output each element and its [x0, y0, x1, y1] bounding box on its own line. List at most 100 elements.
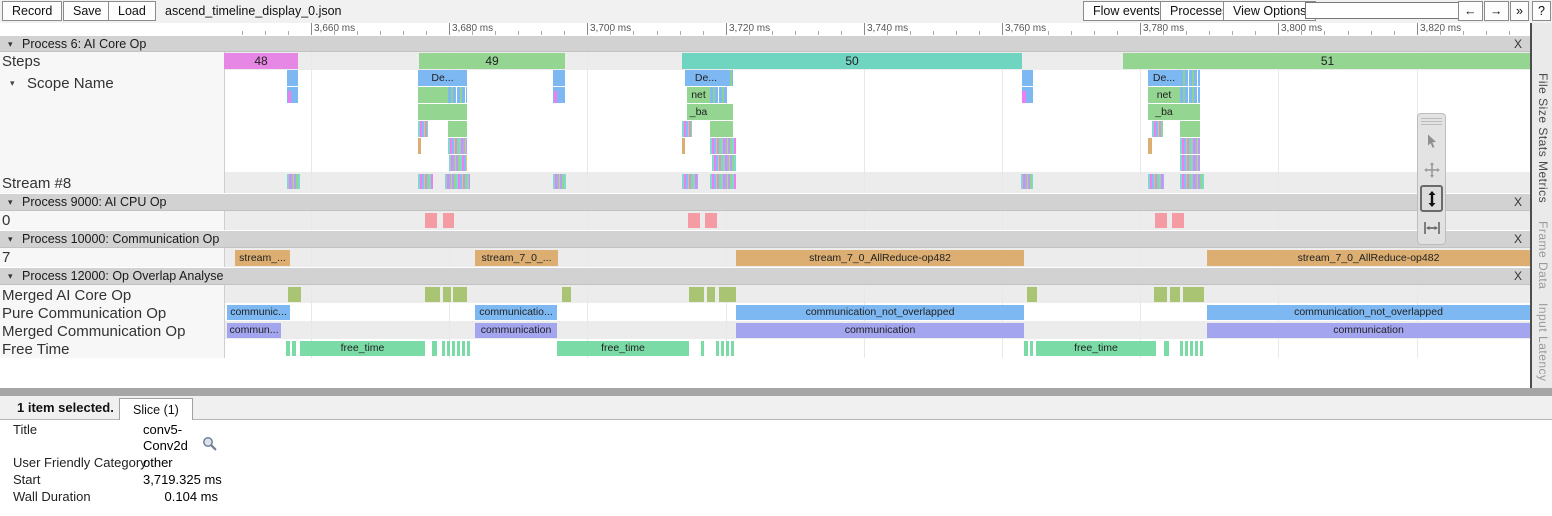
trace-block[interactable]: net	[1148, 87, 1180, 103]
trace-block[interactable]	[418, 104, 467, 120]
process-header-process-12000[interactable]: ▾Process 12000: Op Overlap AnalyseX	[0, 267, 1530, 285]
trace-block[interactable]: De...	[1148, 70, 1180, 86]
trace-block[interactable]	[287, 70, 298, 86]
trace-block[interactable]: 48	[224, 53, 298, 69]
trace-block[interactable]: _ba	[1148, 104, 1180, 120]
trace-block[interactable]: 51	[1123, 53, 1532, 69]
trace-block[interactable]	[448, 87, 467, 103]
trace-block[interactable]	[1180, 121, 1200, 137]
timing-tool-button[interactable]	[1420, 214, 1443, 241]
tab-slice[interactable]: Slice (1)	[119, 398, 193, 421]
process-header-process-10000[interactable]: ▾Process 10000: Communication OpX	[0, 230, 1530, 248]
trace-block[interactable]	[418, 87, 448, 103]
trace-block[interactable]	[1180, 70, 1200, 86]
trace-block[interactable]	[562, 287, 571, 302]
trace-block[interactable]	[449, 155, 467, 171]
pan-tool-button[interactable]	[1420, 156, 1443, 183]
trace-block[interactable]	[716, 341, 736, 356]
trace-block[interactable]	[1152, 121, 1163, 137]
magnifier-icon[interactable]	[202, 436, 217, 451]
sidebar-tab-frame-data[interactable]: Frame Data	[1536, 221, 1550, 289]
trace-block[interactable]: communication_not_overlapped	[736, 305, 1024, 320]
trace-block[interactable]: free_time	[300, 341, 425, 356]
sidebar-tab-file-size-stats[interactable]: File Size Stats	[1536, 73, 1550, 157]
trace-block[interactable]	[1172, 213, 1184, 228]
flow-events-button[interactable]: Flow events	[1083, 1, 1170, 21]
trace-block[interactable]	[1154, 287, 1167, 302]
trace-block[interactable]	[453, 287, 467, 302]
trace-block[interactable]	[443, 213, 454, 228]
trace-block[interactable]	[1155, 213, 1167, 228]
trace-block[interactable]	[443, 287, 451, 302]
trace-block[interactable]	[1022, 70, 1033, 86]
trace-block[interactable]: 49	[419, 53, 565, 69]
view-options-button[interactable]: View Options	[1223, 1, 1316, 21]
trace-block[interactable]	[1180, 155, 1200, 171]
find-previous-button[interactable]: ←	[1458, 1, 1483, 21]
trace-block[interactable]	[712, 155, 736, 171]
collapse-triangle-icon[interactable]: ▾	[8, 234, 13, 245]
trace-block[interactable]	[1180, 87, 1200, 103]
trace-block[interactable]: stream_...	[235, 250, 290, 266]
trace-block[interactable]	[705, 213, 717, 228]
trace-block[interactable]: free_time	[557, 341, 689, 356]
trace-block[interactable]	[1170, 287, 1180, 302]
trace-block[interactable]	[425, 287, 440, 302]
trace-block[interactable]	[689, 287, 704, 302]
trace-block[interactable]	[1024, 341, 1028, 356]
trace-block[interactable]: _ba	[687, 104, 710, 120]
trace-block[interactable]: communication	[736, 323, 1024, 338]
trace-block[interactable]	[1027, 287, 1037, 302]
more-button[interactable]: »	[1510, 1, 1529, 21]
trace-block[interactable]	[727, 70, 733, 86]
trace-block[interactable]	[418, 174, 433, 189]
trace-block[interactable]	[1164, 341, 1169, 356]
trace-block[interactable]: communicatio...	[475, 305, 557, 320]
load-button[interactable]: Load	[108, 1, 156, 21]
close-track-button[interactable]: X	[1514, 195, 1522, 209]
trace-block[interactable]: net	[687, 87, 710, 103]
trace-block[interactable]	[442, 341, 470, 356]
trace-block[interactable]: free_time	[1036, 341, 1156, 356]
process-header-process-6[interactable]: ▾Process 6: AI Core OpX	[0, 35, 1530, 52]
trace-block[interactable]	[448, 121, 467, 137]
trace-block[interactable]	[710, 87, 727, 103]
close-track-button[interactable]: X	[1514, 232, 1522, 246]
trace-block[interactable]	[1021, 174, 1033, 189]
trace-block[interactable]	[710, 138, 736, 154]
trace-block[interactable]	[682, 121, 692, 137]
trace-block[interactable]: communication_not_overlapped	[1207, 305, 1530, 320]
trace-block[interactable]	[710, 174, 736, 189]
panel-resize-divider[interactable]	[0, 388, 1552, 396]
trace-block[interactable]	[710, 121, 733, 137]
trace-block[interactable]: De...	[418, 70, 467, 86]
trace-block[interactable]	[1180, 174, 1204, 189]
trace-block[interactable]	[1180, 341, 1204, 356]
trace-block[interactable]	[553, 70, 565, 86]
trace-block[interactable]	[1148, 174, 1164, 189]
trace-block[interactable]	[292, 341, 296, 356]
trace-block[interactable]	[1022, 91, 1026, 103]
trace-block[interactable]	[425, 213, 437, 228]
trace-block[interactable]	[554, 91, 557, 103]
trace-block[interactable]	[1183, 287, 1204, 302]
record-button[interactable]: Record	[2, 1, 62, 21]
trace-block[interactable]: commun...	[227, 323, 281, 338]
trace-block[interactable]: communication	[475, 323, 557, 338]
sidebar-tab-metrics[interactable]: Metrics	[1536, 161, 1550, 203]
trace-block[interactable]	[682, 138, 685, 154]
trace-block[interactable]	[286, 341, 290, 356]
save-button[interactable]: Save	[63, 1, 112, 21]
trace-block[interactable]: communic...	[227, 305, 290, 320]
trace-block[interactable]	[432, 341, 437, 356]
search-input[interactable]	[1305, 2, 1461, 19]
find-next-button[interactable]: →	[1484, 1, 1509, 21]
collapse-triangle-icon[interactable]: ▾	[8, 39, 13, 50]
collapse-triangle-icon[interactable]: ▾	[8, 271, 13, 282]
trace-block[interactable]: communication	[1207, 323, 1530, 338]
trace-block[interactable]	[418, 138, 421, 154]
zoom-tool-button[interactable]	[1420, 185, 1443, 212]
trace-block[interactable]	[688, 213, 700, 228]
trace-block[interactable]	[287, 174, 300, 189]
sidebar-tab-input-latency[interactable]: Input Latency	[1536, 303, 1550, 382]
